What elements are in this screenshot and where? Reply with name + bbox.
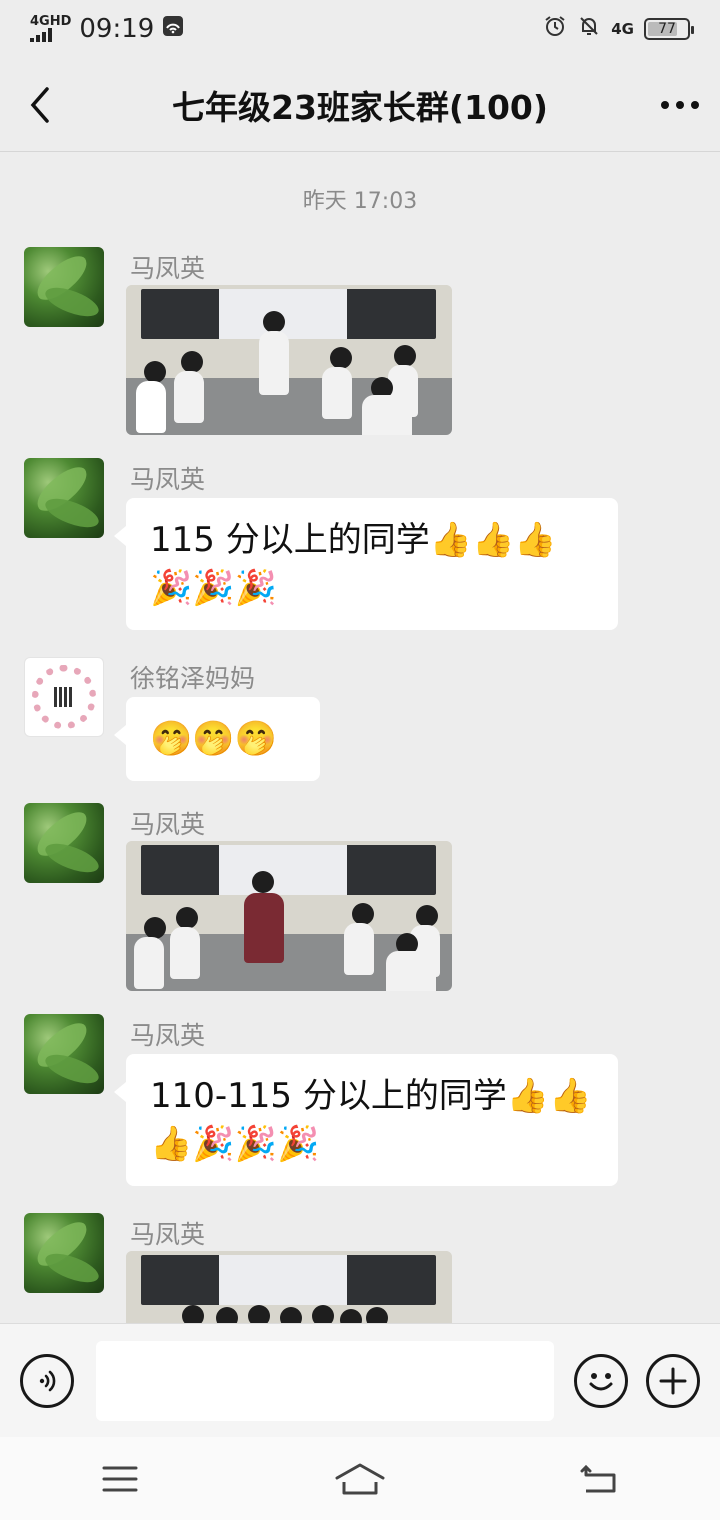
avatar[interactable] (24, 458, 104, 538)
more-dots-icon (661, 100, 699, 109)
message-input[interactable] (96, 1340, 554, 1421)
back-button[interactable] (0, 58, 80, 152)
avatar[interactable] (24, 247, 104, 327)
menu-icon (102, 1466, 138, 1491)
more-button[interactable] (640, 58, 720, 152)
home-button[interactable] (330, 1459, 390, 1499)
voice-button[interactable] (20, 1353, 74, 1408)
message-item: 马凤英 (24, 1213, 704, 1323)
qr-code-icon (54, 687, 74, 707)
system-nav-bar (0, 1437, 720, 1520)
message-timestamp: 昨天 17:03 (302, 189, 418, 214)
sender-name: 马凤英 (130, 254, 206, 283)
status-left: 4GHD 09:19 (30, 14, 184, 44)
mute-notification-icon (577, 14, 601, 45)
text-bubble[interactable]: 115 分以上的同学👍👍👍🎉🎉🎉 (114, 498, 618, 630)
alarm-icon (543, 14, 567, 45)
sender-name: 马凤英 (130, 1021, 206, 1050)
input-bar (0, 1323, 720, 1437)
battery-icon: 77 (644, 18, 694, 40)
sender-name: 马凤英 (130, 1220, 206, 1249)
image-message[interactable] (126, 1251, 452, 1323)
text-bubble[interactable]: 🤭🤭🤭 (114, 697, 320, 781)
sender-name: 马凤英 (130, 465, 206, 494)
chat-area[interactable]: 昨天 17:03 马凤英 马凤英 115 分以上的同学👍👍👍🎉🎉🎉 徐铭泽妈妈 … (0, 153, 720, 1323)
message-item: 马凤英 (24, 803, 704, 993)
chevron-left-icon (30, 86, 49, 123)
text-bubble[interactable]: 110-115 分以上的同学👍👍👍🎉🎉🎉 (114, 1054, 618, 1186)
menu-button[interactable] (90, 1459, 150, 1499)
network-label: 4GHD (30, 14, 72, 29)
emoji-button[interactable] (574, 1353, 628, 1408)
voice-icon (39, 1370, 56, 1391)
status-bar: 4GHD 09:19 4G 77 (0, 0, 720, 58)
battery-text: 77 (658, 21, 676, 37)
avatar[interactable] (24, 657, 104, 737)
sender-name: 马凤英 (130, 810, 206, 839)
message-item: 马凤英 (24, 247, 704, 437)
clock: 09:19 (79, 14, 155, 44)
sender-name: 徐铭泽妈妈 (130, 664, 256, 693)
avatar[interactable] (24, 803, 104, 883)
wifi-hotspot-icon (162, 14, 184, 44)
status-right: 4G 77 (543, 14, 694, 45)
message-item: 马凤英 110-115 分以上的同学👍👍👍🎉🎉🎉 (24, 1014, 704, 1194)
more-functions-button[interactable] (646, 1353, 700, 1408)
avatar[interactable] (24, 1014, 104, 1094)
message-item: 徐铭泽妈妈 🤭🤭🤭 (24, 657, 704, 787)
home-icon (335, 1463, 385, 1494)
image-message[interactable] (126, 841, 452, 991)
emoji-icon (589, 1372, 613, 1390)
mobile-network-label: 4G (611, 20, 634, 38)
chat-header: 七年级23班家长群(100) (0, 58, 720, 152)
signal-icon: 4GHD (30, 14, 72, 42)
back-nav-button[interactable] (570, 1459, 630, 1499)
back-icon (580, 1464, 616, 1492)
image-message[interactable] (126, 285, 452, 435)
message-item: 马凤英 115 分以上的同学👍👍👍🎉🎉🎉 (24, 458, 704, 638)
avatar[interactable] (24, 1213, 104, 1293)
chat-title: 七年级23班家长群(100) (172, 87, 548, 127)
plus-icon (659, 1367, 687, 1394)
